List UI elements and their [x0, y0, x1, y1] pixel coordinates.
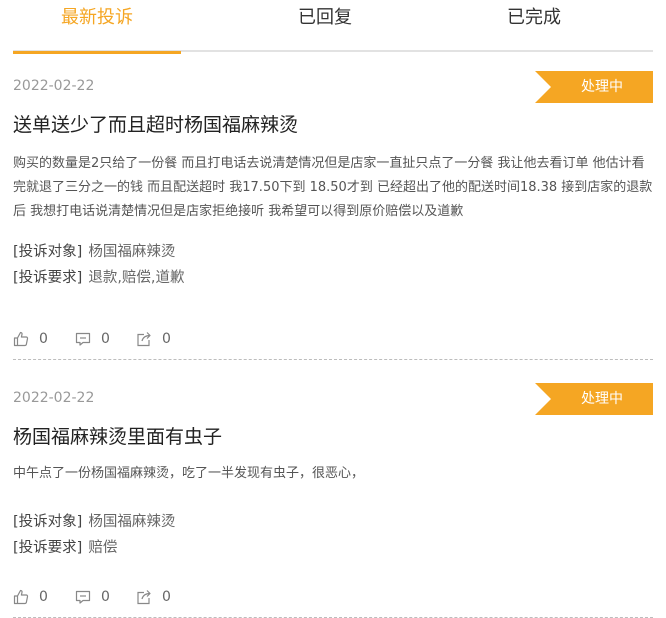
- like-button[interactable]: 0: [13, 585, 48, 609]
- thumbs-up-icon: [13, 589, 29, 605]
- complaint-target-row: [投诉对象] 杨国福麻辣烫: [13, 509, 175, 535]
- like-count: 0: [39, 589, 48, 605]
- target-value: 杨国福麻辣烫: [88, 514, 176, 530]
- tab-latest-complaints[interactable]: 最新投诉: [13, 0, 181, 54]
- status-badge: 处理中: [535, 383, 653, 415]
- complaint-demand-row: [投诉要求] 退款,赔偿,道歉: [13, 265, 185, 291]
- comment-button[interactable]: 0: [75, 327, 110, 351]
- share-count: 0: [162, 589, 171, 605]
- share-count: 0: [162, 331, 171, 347]
- like-count: 0: [39, 331, 48, 347]
- complaint-demand-row: [投诉要求] 赔偿: [13, 535, 175, 561]
- demand-value: 赔偿: [88, 540, 118, 556]
- like-button[interactable]: 0: [13, 327, 48, 351]
- complaint-description: 中午点了一份杨国福麻辣烫，吃了一半发现有虫子，很恶心，: [13, 466, 365, 481]
- complaint-date: 2022-02-22: [13, 390, 95, 406]
- complaint-date: 2022-02-22: [13, 78, 95, 94]
- complaint-card[interactable]: 2022-02-22 处理中 杨国福麻辣烫里面有虫子 中午点了一份杨国福麻辣烫，…: [13, 378, 653, 618]
- tab-completed[interactable]: 已完成: [450, 0, 618, 52]
- demand-label: [投诉要求]: [13, 270, 83, 286]
- target-value: 杨国福麻辣烫: [88, 244, 176, 260]
- complaint-description: 购买的数量是2只给了一份餐 而且打电话去说清楚情况但是店家一直扯只点了一分餐 我…: [13, 156, 653, 219]
- target-label: [投诉对象]: [13, 514, 83, 530]
- thumbs-up-icon: [13, 331, 29, 347]
- tab-replied[interactable]: 已回复: [241, 0, 409, 52]
- complaint-title[interactable]: 杨国福麻辣烫里面有虫子: [13, 422, 222, 449]
- comment-icon: [75, 332, 91, 346]
- comment-button[interactable]: 0: [75, 585, 110, 609]
- target-label: [投诉对象]: [13, 244, 83, 260]
- complaint-title[interactable]: 送单送少了而且超时杨国福麻辣烫: [13, 110, 298, 137]
- share-icon: [137, 332, 151, 347]
- tab-bar: 最新投诉 已回复 已完成: [13, 0, 653, 54]
- share-icon: [137, 590, 151, 605]
- comment-icon: [75, 590, 91, 604]
- comment-count: 0: [101, 589, 110, 605]
- complaint-meta: [投诉对象] 杨国福麻辣烫 [投诉要求] 赔偿: [13, 509, 175, 561]
- complaint-target-row: [投诉对象] 杨国福麻辣烫: [13, 239, 185, 265]
- comment-count: 0: [101, 331, 110, 347]
- demand-value: 退款,赔偿,道歉: [88, 270, 185, 286]
- share-button[interactable]: 0: [136, 327, 171, 351]
- demand-label: [投诉要求]: [13, 540, 83, 556]
- status-badge: 处理中: [535, 71, 653, 103]
- complaint-meta: [投诉对象] 杨国福麻辣烫 [投诉要求] 退款,赔偿,道歉: [13, 239, 185, 291]
- complaint-card[interactable]: 2022-02-22 处理中 送单送少了而且超时杨国福麻辣烫 购买的数量是2只给…: [13, 66, 653, 360]
- share-button[interactable]: 0: [136, 585, 171, 609]
